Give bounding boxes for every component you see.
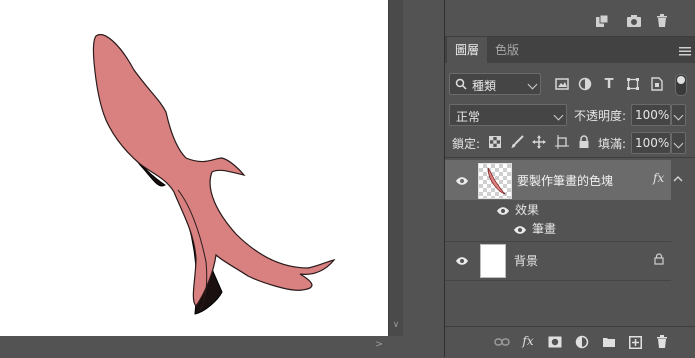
blend-mode-select[interactable]: 正常 (449, 104, 567, 126)
fill-dropdown[interactable] (671, 132, 686, 154)
lock-transparent-icon[interactable] (486, 133, 504, 151)
panel-menu-icon[interactable] (679, 45, 691, 57)
eye-icon[interactable] (455, 175, 469, 185)
fill-label: 填滿: (598, 137, 627, 151)
image-filter-icon[interactable] (553, 75, 571, 93)
opacity-value: 100% (635, 108, 670, 122)
scroll-down-arrow-icon[interactable]: ∨ (389, 318, 403, 332)
mask-icon[interactable] (546, 333, 564, 351)
blend-mode-value: 正常 (456, 110, 481, 124)
lock-icon (654, 253, 664, 268)
opacity-input[interactable]: 100% (631, 104, 671, 126)
adjust-filter-icon[interactable] (576, 75, 594, 93)
list-divider (445, 157, 695, 158)
layers-bottom-toolbar: fx (445, 326, 695, 358)
type-filter-icon[interactable]: T (600, 75, 618, 93)
chevron-down-icon (673, 138, 684, 149)
layer-kind-filter[interactable]: 種類 (449, 73, 541, 95)
layer-name[interactable]: 背景 (514, 252, 538, 269)
eye-icon[interactable] (455, 255, 469, 265)
trash-icon[interactable] (653, 333, 671, 351)
trash-icon[interactable] (653, 12, 671, 30)
layer-thumbnail (478, 163, 512, 199)
layer-thumbnail (480, 244, 506, 278)
panel-gutter (403, 0, 445, 357)
fill-input[interactable]: 100% (631, 132, 671, 154)
document-canvas[interactable] (0, 0, 388, 336)
opacity-label: 不透明度: (574, 109, 627, 123)
layer-row-color-block[interactable]: 要製作筆畫的色塊 fx (445, 160, 671, 200)
scroll-right-arrow-icon[interactable]: > (372, 338, 386, 352)
lock-label: 鎖定: (452, 137, 481, 151)
pink-shape-artwork (92, 34, 336, 315)
tab-layers[interactable]: 圖層 (447, 37, 487, 63)
camera-icon[interactable] (625, 12, 643, 30)
link-icon[interactable] (493, 333, 511, 351)
chevron-down-icon (673, 110, 684, 121)
chevron-down-icon (553, 110, 564, 121)
search-icon (455, 78, 467, 93)
eye-icon[interactable] (513, 224, 527, 234)
fill-value: 100% (635, 136, 670, 150)
canvas-vertical-scrollbar[interactable] (388, 0, 403, 336)
adjustment-icon[interactable] (573, 333, 591, 351)
smart-filter-icon[interactable] (648, 75, 666, 93)
filter-kind-label: 種類 (472, 79, 497, 93)
new-layer-icon[interactable] (593, 12, 611, 30)
opacity-dropdown[interactable] (671, 104, 686, 126)
tab-channels[interactable]: 色版 (490, 37, 524, 63)
layer-name[interactable]: 要製作筆畫的色塊 (517, 172, 613, 189)
effects-group: 效果 筆畫 (445, 200, 671, 240)
lock-all-icon[interactable] (575, 133, 593, 151)
lock-pixels-icon[interactable] (508, 133, 526, 151)
canvas-horizontal-scrollbar[interactable] (0, 336, 388, 357)
eye-icon[interactable] (496, 205, 510, 215)
effects-label[interactable]: 效果 (515, 201, 539, 218)
add-layer-icon[interactable] (626, 333, 644, 351)
shape-filter-icon[interactable] (624, 75, 642, 93)
fx-icon[interactable]: fx (653, 171, 664, 185)
fx-icon[interactable]: fx (519, 332, 537, 350)
lock-artboard-icon[interactable] (553, 133, 571, 151)
layer-row-background[interactable]: 背景 (445, 241, 671, 281)
filter-toggle-icon[interactable] (675, 74, 687, 96)
stroke-effect-label[interactable]: 筆畫 (532, 220, 556, 237)
panel-top-toolbar (445, 0, 695, 37)
folder-icon[interactable] (600, 333, 618, 351)
lock-position-icon[interactable] (530, 133, 548, 151)
chevron-down-icon (527, 79, 538, 90)
layers-list-scrollbar[interactable] (671, 160, 685, 320)
